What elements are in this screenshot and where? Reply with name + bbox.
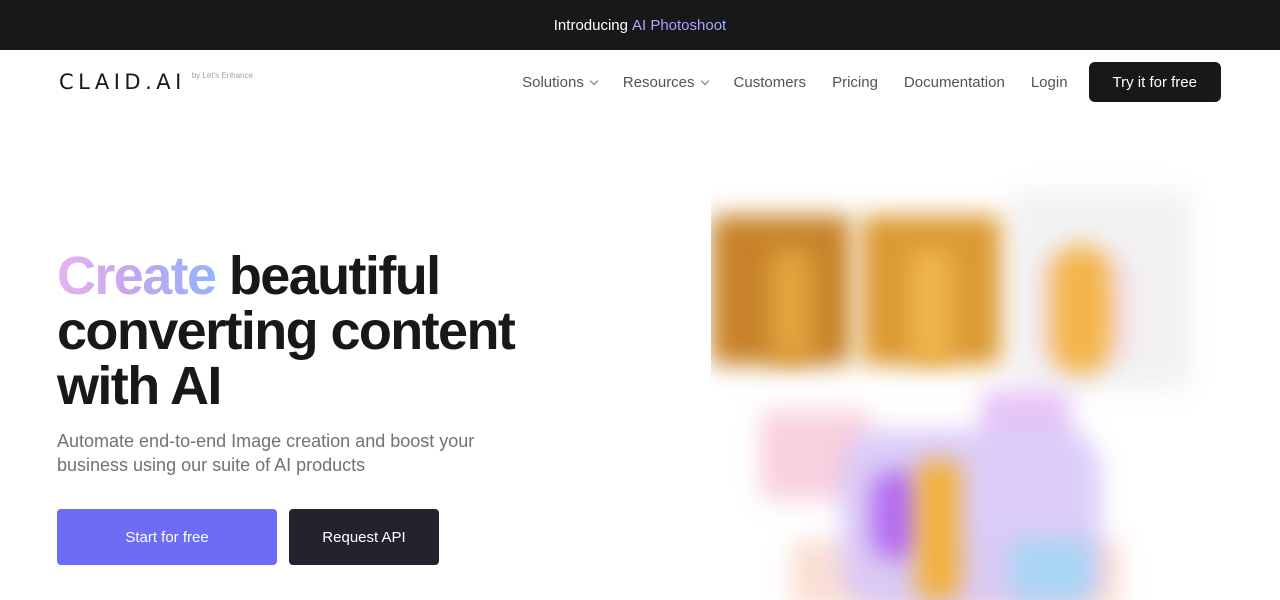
main-nav: Solutions Resources Customers Pricing Do… (522, 62, 1221, 102)
hero-image (711, 160, 1211, 600)
nav-item-label: Resources (622, 73, 695, 91)
hero-title: Create beautiful converting content with… (57, 249, 617, 414)
nav-item-solutions[interactable]: Solutions (522, 73, 599, 91)
logo-wordmark: CLAID.AI (59, 70, 186, 94)
nav-item-login[interactable]: Login (1031, 74, 1068, 91)
chevron-down-icon (589, 76, 599, 85)
image-blur-region (916, 460, 961, 600)
announcement-highlight[interactable]: AI Photoshoot (632, 17, 726, 34)
nav-item-label: Customers (733, 73, 807, 91)
announcement-bar[interactable]: Introducing AI Photoshoot (0, 0, 1280, 50)
logo[interactable]: CLAID.AI by Let's Enhance (59, 68, 253, 96)
image-blur-region (771, 250, 811, 360)
image-blur-region (1051, 245, 1111, 375)
image-blur-region (871, 470, 921, 560)
nav-item-label: Documentation (903, 73, 1005, 91)
nav-item-label: Pricing (832, 73, 878, 91)
nav-item-pricing[interactable]: Pricing (832, 74, 878, 91)
start-free-button[interactable]: Start for free (57, 509, 277, 565)
image-blur-region (1011, 540, 1091, 600)
nav-item-label: Solutions (522, 73, 584, 91)
nav-item-label: Login (1030, 73, 1068, 91)
site-header: CLAID.AI by Let's Enhance Solutions Reso… (0, 50, 1280, 114)
hero-title-highlight: Create (57, 246, 217, 306)
nav-item-documentation[interactable]: Documentation (904, 74, 1005, 91)
chevron-down-icon (700, 76, 709, 85)
nav-item-resources[interactable]: Resources (622, 73, 709, 91)
announcement-prefix: Introducing (553, 16, 628, 34)
image-blur-region (911, 250, 951, 360)
request-api-button[interactable]: Request API (289, 509, 439, 565)
nav-item-customers[interactable]: Customers (734, 74, 807, 91)
try-free-button[interactable]: Try it for free (1088, 62, 1221, 102)
hero-subtitle: Automate end-to-end Image creation and b… (57, 431, 475, 475)
logo-tagline: by Let's Enhance (191, 71, 253, 80)
